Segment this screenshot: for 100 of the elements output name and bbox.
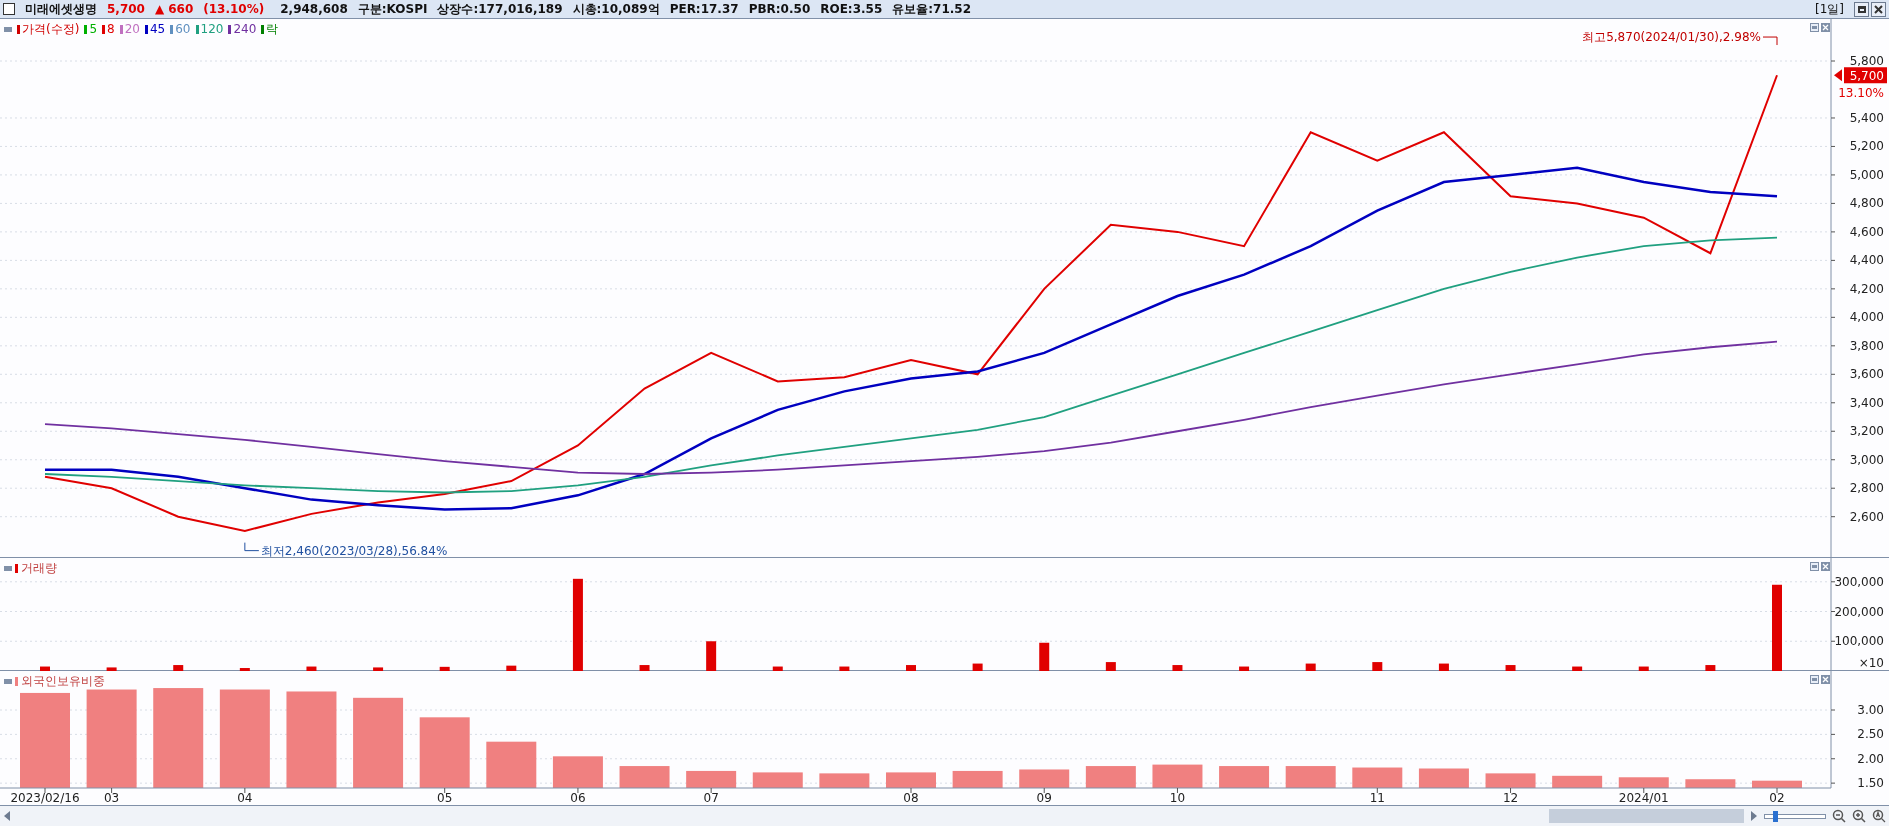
- axis-tick-label: 3,800: [1849, 338, 1884, 353]
- bar: [1239, 666, 1250, 671]
- panel-close-icon[interactable]: [1821, 675, 1830, 684]
- bar: [1085, 766, 1136, 788]
- bar: [1685, 779, 1736, 788]
- bar: [306, 666, 317, 671]
- bar: [439, 666, 450, 671]
- legend-label: 락: [266, 22, 279, 36]
- bar: [1752, 780, 1802, 788]
- axis-tick-label: 2.00: [1857, 751, 1884, 766]
- legend-label: 120: [200, 22, 224, 36]
- legend-label: 5: [89, 22, 97, 36]
- legend-label: 240: [233, 22, 257, 36]
- axis-tick-label: 4,800: [1849, 196, 1884, 211]
- legend-toggle-icon[interactable]: [4, 26, 12, 32]
- scroll-left-icon[interactable]: [3, 811, 11, 821]
- select-checkbox[interactable]: [3, 3, 15, 15]
- legend-label: 60: [175, 22, 191, 36]
- bar: [506, 665, 517, 671]
- legend-swatch: [15, 676, 18, 686]
- bar: [686, 770, 737, 788]
- bar: [619, 766, 670, 788]
- axis-tick-label: 4,200: [1849, 281, 1884, 296]
- axis-tick-label: 07: [703, 791, 719, 805]
- zoom-in-icon[interactable]: [1852, 809, 1866, 823]
- bar: [972, 663, 983, 671]
- bar: [1572, 666, 1583, 671]
- axis-tick-label: 06: [570, 791, 586, 805]
- bar: [839, 666, 850, 671]
- axis-tick-label: 2,600: [1849, 509, 1884, 524]
- legend-label: 45: [149, 22, 166, 36]
- current-price: 5,700: [107, 2, 145, 16]
- bar: [639, 665, 650, 671]
- bar: [106, 667, 117, 671]
- axis-tick-label: 4,000: [1849, 310, 1884, 325]
- bar: [1305, 663, 1316, 671]
- bar: [1152, 764, 1203, 788]
- axis-tick-label: 5,400: [1849, 110, 1884, 125]
- axis-tick-label: 3,400: [1849, 395, 1884, 410]
- bar: [40, 666, 50, 671]
- axis-tick-label: 3,000: [1849, 452, 1884, 467]
- legend-swatch: [15, 563, 18, 573]
- bar: [706, 641, 717, 671]
- period-label[interactable]: [1일]: [1815, 2, 1844, 16]
- bar: [1219, 766, 1270, 788]
- low-price-annotation: 최저2,460(2023/03/28),56.84%: [244, 542, 448, 558]
- bar: [1039, 642, 1050, 671]
- maximize-icon[interactable]: [1854, 1, 1869, 17]
- stock-info: 시총:10,089억: [572, 2, 660, 16]
- axis-tick-label: 3,600: [1849, 367, 1884, 382]
- bar: [1372, 662, 1383, 671]
- axis-tick-label: 03: [103, 791, 120, 805]
- zoom-out-icon[interactable]: [1832, 809, 1846, 823]
- bar: [1705, 665, 1716, 671]
- bar: [886, 772, 936, 788]
- trade-volume: 2,948,608: [280, 2, 348, 16]
- axis-tick-label: 10: [1169, 791, 1186, 805]
- axis-tick-label: 100,000: [1834, 634, 1884, 649]
- panel-close-icon[interactable]: [1821, 562, 1830, 571]
- price-marker-icon: [1834, 69, 1842, 82]
- axis-tick-label: 08: [903, 791, 919, 805]
- panel-restore-icon[interactable]: [1810, 675, 1819, 684]
- axis-tick-label: 11: [1369, 791, 1385, 805]
- axis-tick-label: 2.50: [1857, 727, 1884, 742]
- bar: [1638, 666, 1649, 671]
- zoom-reset-icon[interactable]: [1872, 809, 1886, 823]
- axis-tick-label: 04: [237, 791, 253, 805]
- bar: [419, 717, 470, 788]
- scrollbar-thumb[interactable]: [1549, 809, 1744, 823]
- axis-tick-label: 02: [1769, 791, 1785, 805]
- axis-tick-label: 09: [1036, 791, 1052, 805]
- close-icon[interactable]: [1871, 1, 1886, 17]
- axis-tick-label: 2024/01: [1618, 791, 1669, 805]
- axis-tick-label: 12: [1502, 791, 1519, 805]
- stock-info: 구분:KOSPI: [357, 2, 428, 16]
- legend-label: 20: [124, 22, 140, 36]
- panel-restore-icon[interactable]: [1810, 23, 1819, 32]
- bar: [1285, 766, 1336, 788]
- legend-toggle-icon[interactable]: [4, 565, 12, 571]
- stock-info: PER:17.37: [669, 2, 739, 16]
- stock-info: ROE:3.55: [820, 2, 883, 16]
- bar: [952, 770, 1003, 788]
- bar: [1105, 662, 1116, 671]
- panel-close-icon[interactable]: [1821, 23, 1830, 32]
- panel-restore-icon[interactable]: [1810, 562, 1819, 571]
- bar: [1172, 665, 1183, 671]
- bar: [752, 772, 803, 788]
- axis-tick-label: 5,800: [1849, 54, 1884, 68]
- last-change-label: 13.10%: [1838, 86, 1884, 101]
- high-price-annotation: 최고5,870(2024/01/30),2.98%: [1582, 30, 1778, 46]
- bar: [1505, 665, 1516, 671]
- panel-title: 거래량: [21, 561, 57, 575]
- legend-toggle-icon[interactable]: [4, 678, 12, 684]
- axis-tick-label: 3,200: [1849, 424, 1884, 439]
- legend-label: 가격(수정): [22, 22, 80, 36]
- bar: [1352, 767, 1403, 788]
- bar: [906, 665, 916, 671]
- axis-tick-label: 5,200: [1849, 139, 1884, 154]
- scroll-right-icon[interactable]: [1750, 811, 1758, 821]
- change-sign: ▲: [154, 2, 165, 16]
